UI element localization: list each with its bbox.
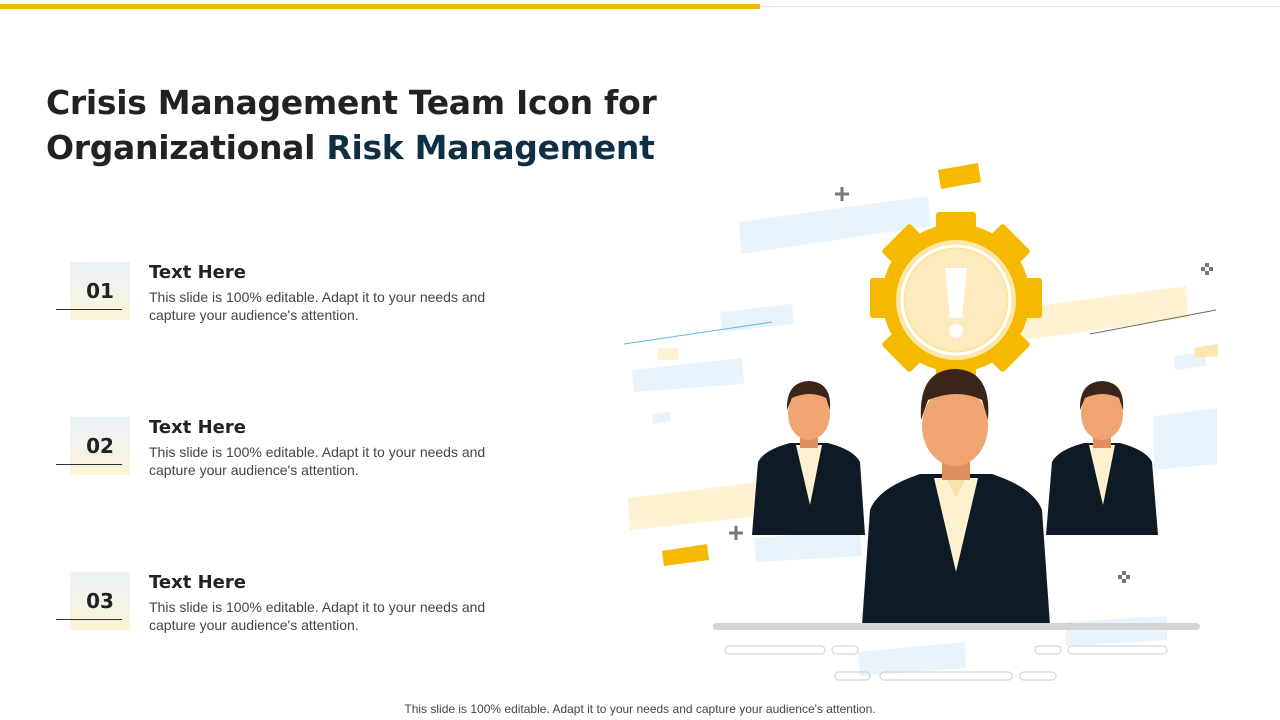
item-heading: Text Here — [149, 262, 246, 283]
item-number: 02 — [86, 434, 114, 458]
item-number: 01 — [86, 279, 114, 303]
top-accent-bar — [0, 4, 760, 9]
slide-title: Crisis Management Team Icon for Organiza… — [46, 80, 686, 170]
team-member-right — [1046, 381, 1158, 535]
item-heading: Text Here — [149, 572, 246, 593]
list-item-1: 01 Text Here This slide is 100% editable… — [56, 262, 496, 332]
gear-warning-icon — [870, 212, 1042, 384]
number-underline — [56, 464, 122, 465]
team-member-center — [862, 369, 1050, 625]
item-description: This slide is 100% editable. Adapt it to… — [149, 599, 486, 633]
item-description: This slide is 100% editable. Adapt it to… — [149, 289, 486, 323]
item-description: This slide is 100% editable. Adapt it to… — [149, 444, 486, 478]
title-line-2-plain: Organizational — [46, 128, 316, 167]
title-line-1: Crisis Management Team Icon for — [46, 83, 657, 122]
item-number: 03 — [86, 589, 114, 613]
list-item-2: 02 Text Here This slide is 100% editable… — [56, 417, 496, 487]
footer-note: This slide is 100% editable. Adapt it to… — [404, 702, 876, 716]
list-item-3: 03 Text Here This slide is 100% editable… — [56, 572, 496, 642]
team-member-left — [752, 381, 865, 535]
crisis-team-people-icon — [600, 150, 1260, 700]
item-heading: Text Here — [149, 417, 246, 438]
number-underline — [56, 619, 122, 620]
number-underline — [56, 309, 122, 310]
